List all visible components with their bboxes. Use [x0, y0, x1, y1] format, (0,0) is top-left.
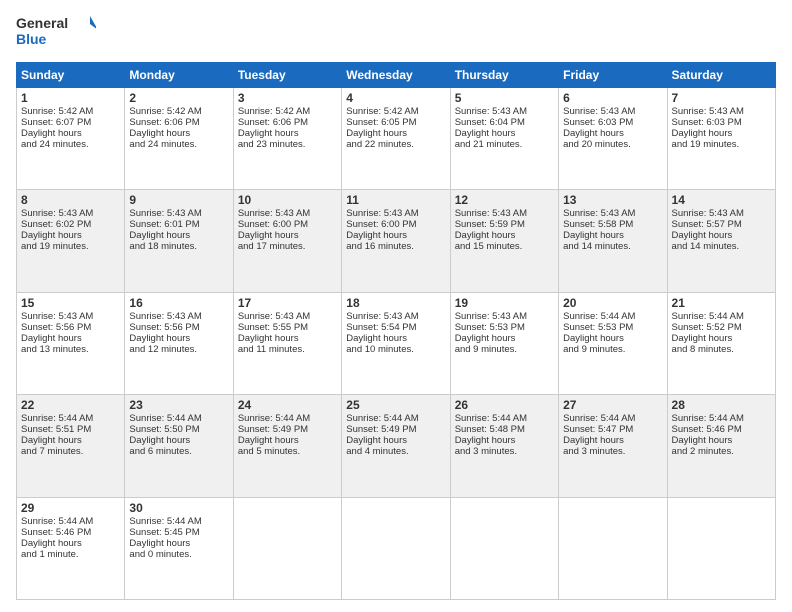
day-cell-16: 16Sunrise: 5:43 AMSunset: 5:56 PMDayligh…	[125, 292, 233, 394]
day-header-wednesday: Wednesday	[342, 63, 450, 88]
calendar-body: 1Sunrise: 5:42 AMSunset: 6:07 PMDaylight…	[17, 88, 776, 600]
day-header-monday: Monday	[125, 63, 233, 88]
day-cell-3: 3Sunrise: 5:42 AMSunset: 6:06 PMDaylight…	[233, 88, 341, 190]
day-cell-17: 17Sunrise: 5:43 AMSunset: 5:55 PMDayligh…	[233, 292, 341, 394]
empty-cell	[342, 497, 450, 599]
empty-cell	[667, 497, 775, 599]
day-cell-8: 8Sunrise: 5:43 AMSunset: 6:02 PMDaylight…	[17, 190, 125, 292]
calendar-row: 29Sunrise: 5:44 AMSunset: 5:46 PMDayligh…	[17, 497, 776, 599]
day-cell-15: 15Sunrise: 5:43 AMSunset: 5:56 PMDayligh…	[17, 292, 125, 394]
day-cell-26: 26Sunrise: 5:44 AMSunset: 5:48 PMDayligh…	[450, 395, 558, 497]
day-cell-25: 25Sunrise: 5:44 AMSunset: 5:49 PMDayligh…	[342, 395, 450, 497]
empty-cell	[450, 497, 558, 599]
logo: General Blue	[16, 12, 96, 54]
day-cell-20: 20Sunrise: 5:44 AMSunset: 5:53 PMDayligh…	[559, 292, 667, 394]
calendar-row: 1Sunrise: 5:42 AMSunset: 6:07 PMDaylight…	[17, 88, 776, 190]
day-cell-24: 24Sunrise: 5:44 AMSunset: 5:49 PMDayligh…	[233, 395, 341, 497]
day-cell-18: 18Sunrise: 5:43 AMSunset: 5:54 PMDayligh…	[342, 292, 450, 394]
day-header-sunday: Sunday	[17, 63, 125, 88]
day-cell-22: 22Sunrise: 5:44 AMSunset: 5:51 PMDayligh…	[17, 395, 125, 497]
day-header-saturday: Saturday	[667, 63, 775, 88]
calendar-row: 8Sunrise: 5:43 AMSunset: 6:02 PMDaylight…	[17, 190, 776, 292]
day-header-friday: Friday	[559, 63, 667, 88]
empty-cell	[559, 497, 667, 599]
day-cell-30: 30Sunrise: 5:44 AMSunset: 5:45 PMDayligh…	[125, 497, 233, 599]
day-cell-9: 9Sunrise: 5:43 AMSunset: 6:01 PMDaylight…	[125, 190, 233, 292]
day-cell-2: 2Sunrise: 5:42 AMSunset: 6:06 PMDaylight…	[125, 88, 233, 190]
calendar: SundayMondayTuesdayWednesdayThursdayFrid…	[16, 62, 776, 600]
day-cell-11: 11Sunrise: 5:43 AMSunset: 6:00 PMDayligh…	[342, 190, 450, 292]
day-cell-7: 7Sunrise: 5:43 AMSunset: 6:03 PMDaylight…	[667, 88, 775, 190]
day-cell-23: 23Sunrise: 5:44 AMSunset: 5:50 PMDayligh…	[125, 395, 233, 497]
calendar-row: 15Sunrise: 5:43 AMSunset: 5:56 PMDayligh…	[17, 292, 776, 394]
logo-svg: General Blue	[16, 12, 96, 54]
day-cell-19: 19Sunrise: 5:43 AMSunset: 5:53 PMDayligh…	[450, 292, 558, 394]
day-cell-4: 4Sunrise: 5:42 AMSunset: 6:05 PMDaylight…	[342, 88, 450, 190]
day-cell-28: 28Sunrise: 5:44 AMSunset: 5:46 PMDayligh…	[667, 395, 775, 497]
day-cell-27: 27Sunrise: 5:44 AMSunset: 5:47 PMDayligh…	[559, 395, 667, 497]
header: General Blue	[16, 12, 776, 54]
calendar-header-row: SundayMondayTuesdayWednesdayThursdayFrid…	[17, 63, 776, 88]
day-cell-10: 10Sunrise: 5:43 AMSunset: 6:00 PMDayligh…	[233, 190, 341, 292]
empty-cell	[233, 497, 341, 599]
calendar-row: 22Sunrise: 5:44 AMSunset: 5:51 PMDayligh…	[17, 395, 776, 497]
day-header-thursday: Thursday	[450, 63, 558, 88]
svg-text:General: General	[16, 15, 68, 31]
day-header-tuesday: Tuesday	[233, 63, 341, 88]
day-cell-1: 1Sunrise: 5:42 AMSunset: 6:07 PMDaylight…	[17, 88, 125, 190]
day-cell-21: 21Sunrise: 5:44 AMSunset: 5:52 PMDayligh…	[667, 292, 775, 394]
day-cell-13: 13Sunrise: 5:43 AMSunset: 5:58 PMDayligh…	[559, 190, 667, 292]
day-cell-12: 12Sunrise: 5:43 AMSunset: 5:59 PMDayligh…	[450, 190, 558, 292]
page: General Blue SundayMondayTuesdayWednesda…	[0, 0, 792, 612]
day-cell-5: 5Sunrise: 5:43 AMSunset: 6:04 PMDaylight…	[450, 88, 558, 190]
day-cell-14: 14Sunrise: 5:43 AMSunset: 5:57 PMDayligh…	[667, 190, 775, 292]
day-cell-6: 6Sunrise: 5:43 AMSunset: 6:03 PMDaylight…	[559, 88, 667, 190]
day-cell-29: 29Sunrise: 5:44 AMSunset: 5:46 PMDayligh…	[17, 497, 125, 599]
svg-text:Blue: Blue	[16, 31, 47, 47]
